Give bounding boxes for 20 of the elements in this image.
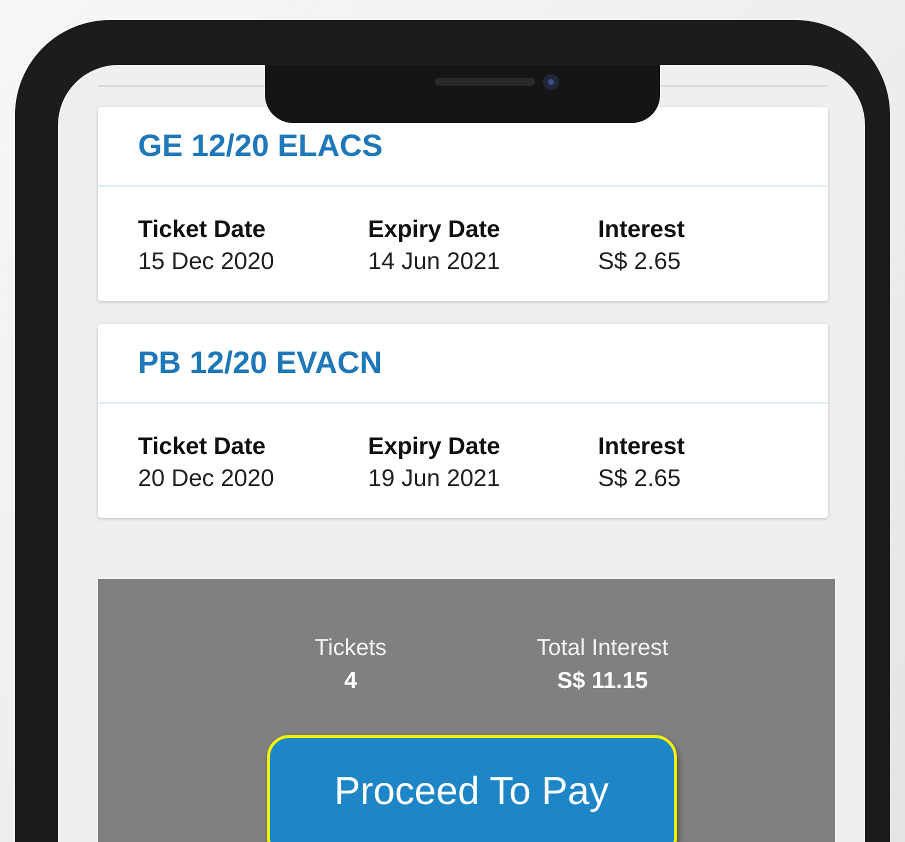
field-label: Interest [598, 215, 686, 245]
field-value: 20 Dec 2020 [138, 464, 276, 494]
field-label: Expiry Date [368, 215, 502, 245]
field-value: 15 Dec 2020 [138, 247, 276, 277]
summary-value: 4 [344, 666, 358, 695]
ticket-number: PB 12/20 EVACN [138, 344, 382, 382]
field-label: Expiry Date [368, 432, 502, 462]
field-value: S$ 2.65 [598, 464, 682, 494]
proceed-to-pay-button[interactable]: Proceed To Pay [266, 735, 676, 842]
field-label: Ticket Date [138, 215, 267, 245]
ticket-number: GE 12/20 ELACS [138, 126, 383, 165]
field-label: Ticket Date [138, 432, 267, 462]
camera-icon [542, 73, 560, 91]
field-value: 19 Jun 2021 [368, 464, 502, 494]
field-label: Interest [598, 432, 686, 462]
summary-label: Total Interest [536, 633, 668, 662]
field-value: 14 Jun 2021 [368, 247, 502, 277]
summary-label: Tickets [314, 633, 387, 662]
field-value: S$ 2.65 [598, 247, 682, 277]
summary-value: S$ 11.15 [557, 666, 648, 695]
